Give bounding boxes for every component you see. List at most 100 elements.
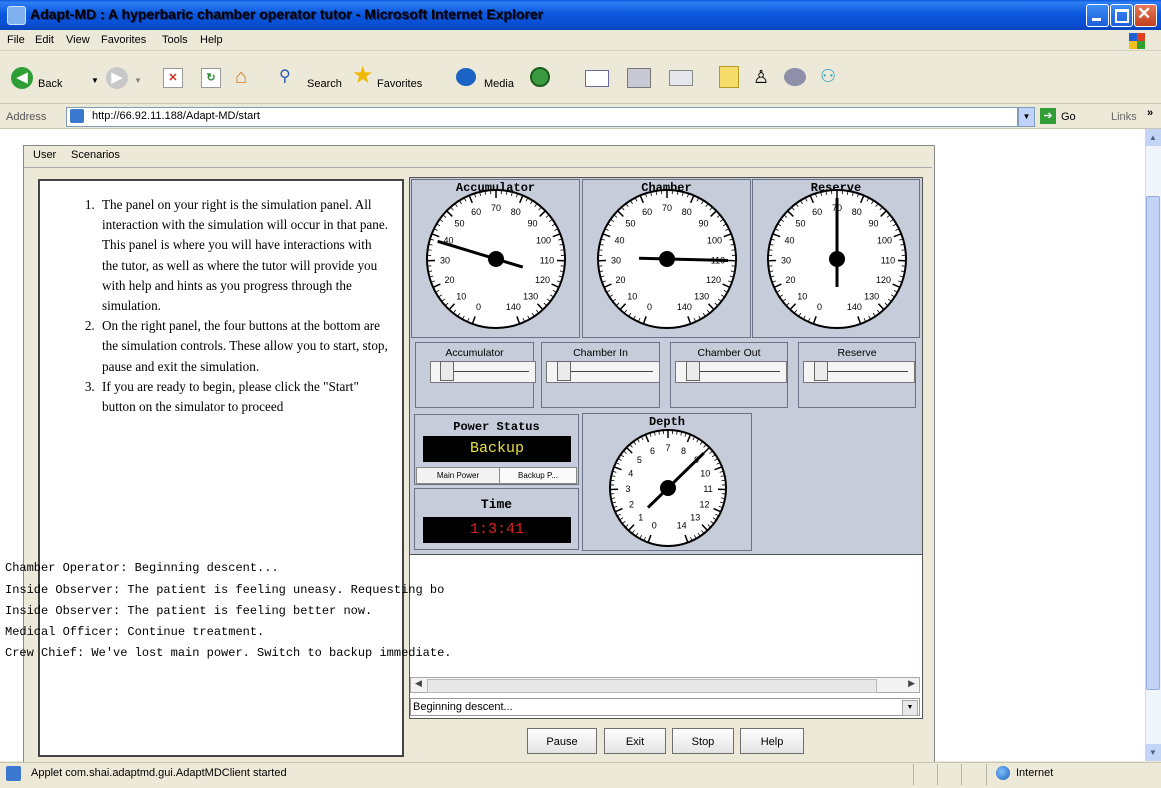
stop-icon[interactable]: ✕: [163, 68, 183, 88]
slider-thumb[interactable]: [814, 361, 828, 381]
slider-thumb[interactable]: [440, 361, 454, 381]
dial-tick-label: 100: [536, 235, 551, 245]
address-label: Address: [6, 111, 46, 123]
slider-track[interactable]: [546, 361, 660, 383]
close-button[interactable]: ✕: [1134, 4, 1157, 27]
chevron-right-icon[interactable]: »: [1147, 107, 1153, 119]
chamber-gauge-panel: Chamber 01020304050607080901001101201301…: [582, 179, 751, 338]
maximize-button[interactable]: [1110, 4, 1133, 27]
menu-tools[interactable]: Tools: [162, 34, 188, 46]
media-icon[interactable]: [456, 68, 476, 86]
print-icon[interactable]: [627, 68, 651, 88]
slider-groove: [445, 371, 529, 372]
dial-tick-label: 10: [456, 291, 466, 301]
dial-tick-label: 90: [869, 218, 879, 228]
stop-button[interactable]: Stop: [672, 728, 734, 754]
scroll-left-icon[interactable]: ◀: [415, 678, 422, 689]
instruction-item: The panel on your right is the simulatio…: [98, 195, 390, 316]
backup-power-button[interactable]: Backup P...: [499, 467, 577, 484]
applet-menu-user[interactable]: User: [33, 149, 56, 161]
menu-favorites[interactable]: Favorites: [101, 34, 146, 46]
back-button[interactable]: Back: [38, 78, 62, 90]
back-arrow-icon[interactable]: ◀: [11, 67, 33, 89]
back-dropdown-icon[interactable]: ▼: [91, 76, 99, 85]
discuss-icon[interactable]: [784, 68, 806, 86]
dial-tick-label: 14: [677, 521, 687, 531]
dial-tick-label: 140: [506, 302, 521, 312]
scroll-right-icon[interactable]: ▶: [908, 678, 915, 689]
slider-label: Reserve: [799, 347, 915, 359]
accumulator-valve-slider[interactable]: Accumulator: [415, 342, 534, 408]
research-icon[interactable]: ⚇: [820, 65, 844, 87]
dial-tick-label: 120: [535, 275, 550, 285]
favorites-button[interactable]: Favorites: [377, 78, 422, 90]
search-icon[interactable]: ⚲: [279, 67, 299, 87]
exit-button[interactable]: Exit: [604, 728, 666, 754]
slider-track[interactable]: [675, 361, 787, 383]
main-power-button[interactable]: Main Power: [416, 467, 500, 484]
slider-label: Accumulator: [416, 347, 533, 359]
refresh-icon[interactable]: ↻: [201, 68, 221, 88]
links-button[interactable]: Links: [1111, 111, 1137, 123]
dial-tick-label: 70: [491, 203, 501, 213]
dial-tick-label: 110: [881, 255, 895, 265]
help-button[interactable]: Help: [740, 728, 804, 754]
pause-button[interactable]: Pause: [527, 728, 597, 754]
dial-tick-label: 11: [703, 484, 712, 494]
dial-tick-label: 7: [665, 443, 670, 453]
menu-file[interactable]: File: [7, 34, 25, 46]
reserve-valve-slider[interactable]: Reserve: [798, 342, 916, 408]
time-panel: Time 1:3:41: [414, 488, 579, 550]
dropdown-arrow-icon[interactable]: ▼: [902, 700, 918, 716]
status-dropdown[interactable]: Beginning descent... ▼: [410, 698, 920, 716]
minimize-button[interactable]: [1086, 4, 1109, 27]
dial-tick-label: 90: [699, 218, 709, 228]
media-button[interactable]: Media: [484, 78, 514, 90]
slider-track[interactable]: [430, 361, 536, 383]
folder-icon[interactable]: [719, 66, 739, 88]
accumulator-gauge-panel: Accumulator 0102030405060708090100110120…: [411, 179, 580, 338]
log-scroll-thumb[interactable]: [427, 679, 877, 693]
log-horizontal-scrollbar[interactable]: ◀ ▶: [410, 677, 920, 693]
forward-arrow-icon[interactable]: ▶: [106, 67, 128, 89]
dial-tick-label: 130: [694, 291, 709, 301]
home-icon[interactable]: ⌂: [235, 66, 257, 88]
applet-menu-scenarios[interactable]: Scenarios: [71, 149, 120, 161]
page-loaded-icon: [6, 766, 21, 781]
menu-edit[interactable]: Edit: [35, 34, 54, 46]
slider-thumb[interactable]: [686, 361, 700, 381]
forward-dropdown-icon[interactable]: ▼: [134, 76, 142, 85]
dial-tick-label: 5: [637, 455, 642, 465]
reserve-gauge-panel: Reserve 01020304050607080901001101201301…: [752, 179, 920, 338]
dial-tick: [599, 250, 603, 251]
dial-tick-label: 60: [812, 207, 822, 217]
slider-track[interactable]: [803, 361, 915, 383]
scroll-down-button[interactable]: ▼: [1145, 744, 1161, 761]
dial-tick-label: 60: [471, 207, 481, 217]
dial-tick-label: 110: [540, 255, 554, 265]
slider-label: Chamber In: [542, 347, 659, 359]
mail-icon[interactable]: [585, 70, 609, 87]
chamber-out-valve-slider[interactable]: Chamber Out: [670, 342, 788, 408]
time-title: Time: [415, 497, 578, 512]
dial-tick-label: 0: [652, 521, 657, 531]
dial-tick: [560, 250, 564, 251]
slider-thumb[interactable]: [557, 361, 571, 381]
scroll-up-button[interactable]: ▲: [1145, 129, 1161, 146]
go-button[interactable]: Go: [1061, 111, 1076, 123]
chamber-in-valve-slider[interactable]: Chamber In: [541, 342, 660, 408]
edit-icon[interactable]: [669, 70, 693, 86]
menu-help[interactable]: Help: [200, 34, 223, 46]
messenger-icon[interactable]: ♙: [753, 66, 773, 88]
scroll-thumb[interactable]: [1146, 196, 1160, 690]
log-line: Chamber Operator: Beginning descent...: [5, 561, 279, 575]
favorites-star-icon[interactable]: ★: [352, 63, 378, 89]
address-dropdown-icon[interactable]: ▼: [1018, 107, 1035, 127]
dial-tick-label: 12: [699, 499, 709, 509]
menu-view[interactable]: View: [66, 34, 90, 46]
status-divider: [961, 764, 962, 785]
go-arrow-icon[interactable]: ➔: [1040, 108, 1056, 124]
search-button[interactable]: Search: [307, 78, 342, 90]
dial-tick-label: 140: [677, 302, 692, 312]
history-icon[interactable]: [530, 67, 550, 87]
